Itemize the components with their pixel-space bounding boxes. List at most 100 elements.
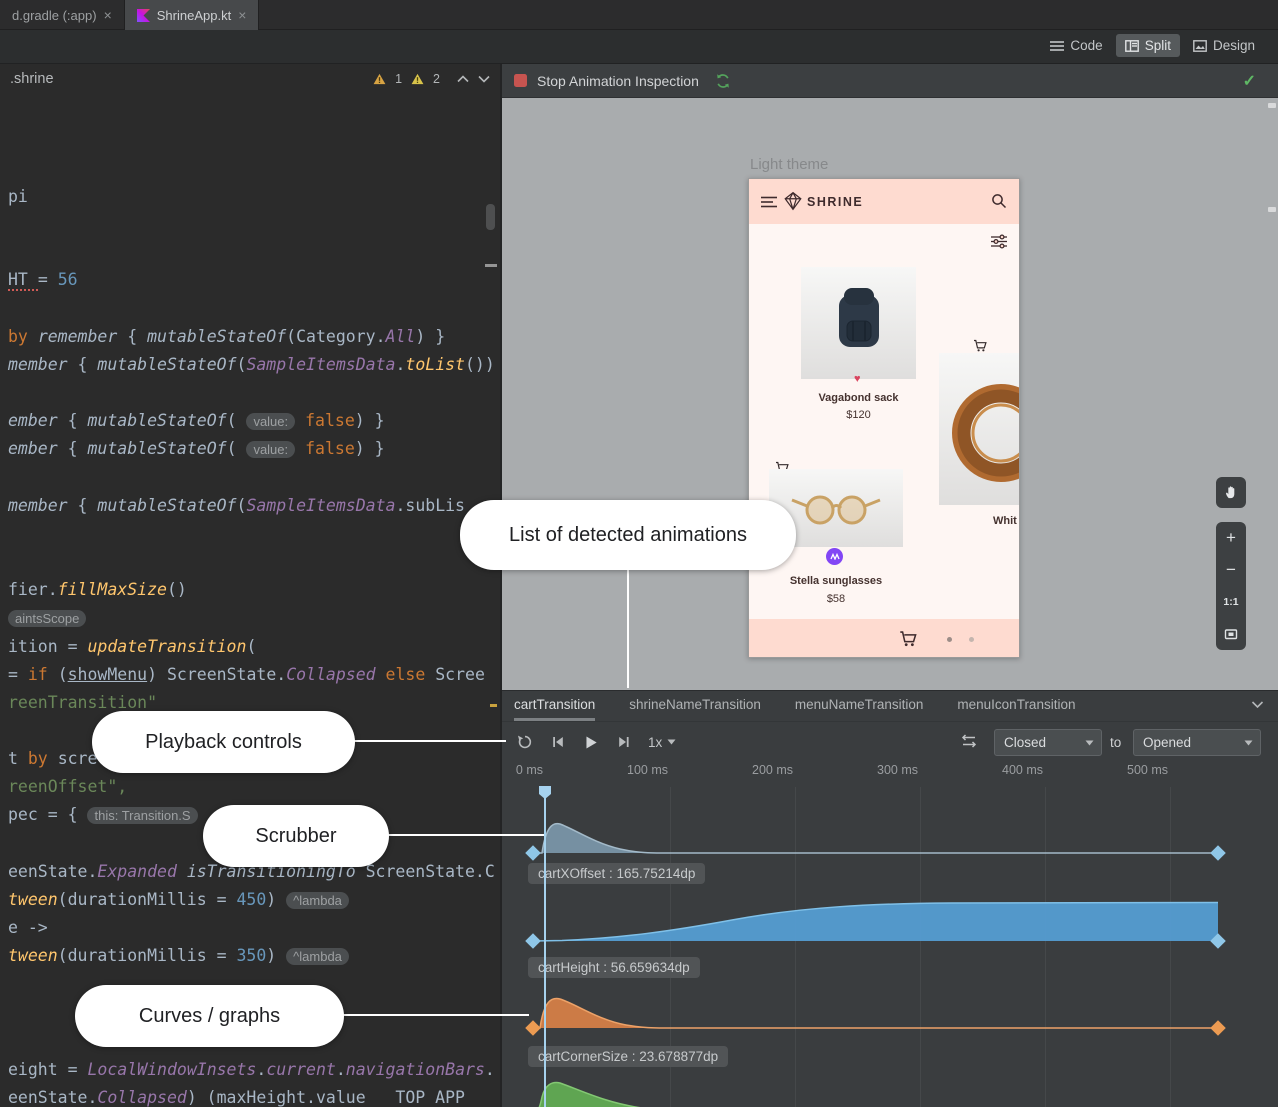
- code-token: member: [8, 496, 78, 515]
- tab-shrine-name-transition[interactable]: shrineNameTransition: [629, 691, 761, 721]
- play-button[interactable]: [582, 734, 599, 751]
- code-token: if: [28, 665, 58, 684]
- code-token: Collapsed: [286, 665, 385, 684]
- curve-value-label: cartHeight : 56.659634dp: [528, 957, 700, 978]
- code-token: (: [227, 439, 247, 458]
- code-token: value:: [246, 413, 295, 430]
- close-icon[interactable]: ×: [104, 8, 112, 22]
- from-state-dropdown[interactable]: Closed: [994, 729, 1102, 756]
- scrubber-handle[interactable]: [539, 786, 551, 799]
- add-to-cart-icon: [973, 339, 987, 352]
- callout-scrubber: Scrubber: [203, 805, 389, 867]
- shrine-cart-bar: [749, 619, 1019, 658]
- view-code-label: Code: [1070, 38, 1102, 53]
- code-token: by: [28, 749, 58, 768]
- tab-build-gradle[interactable]: d.gradle (:app) ×: [0, 0, 125, 30]
- sunglasses-illustration: [778, 482, 894, 534]
- tab-menu-icon-transition[interactable]: menuIconTransition: [957, 691, 1075, 721]
- view-split-button[interactable]: Split: [1116, 34, 1180, 57]
- view-design-button[interactable]: Design: [1184, 34, 1264, 57]
- code-token: ember: [8, 411, 68, 430]
- warning-count: 1: [395, 72, 402, 86]
- chevron-down-icon[interactable]: [478, 75, 490, 83]
- code-token: .subLis: [395, 496, 465, 515]
- zoom-out-button[interactable]: −: [1216, 555, 1246, 585]
- curve-cart-corner-size: [502, 996, 1278, 1046]
- code-token: ): [266, 890, 286, 909]
- replay-button[interactable]: [516, 734, 533, 751]
- zoom-in-button[interactable]: +: [1216, 523, 1246, 553]
- refresh-icon[interactable]: [715, 73, 731, 89]
- code-token: {: [78, 355, 98, 374]
- design-view-icon: [1193, 40, 1207, 52]
- code-token: tween: [8, 890, 58, 909]
- weak-warning-icon[interactable]: [411, 73, 424, 85]
- view-mode-row: Code Split Design: [0, 30, 1278, 64]
- zoom-100-button[interactable]: 1:1: [1216, 587, 1246, 617]
- timeline-scrubber[interactable]: [544, 787, 546, 1107]
- skip-previous-icon: [550, 734, 566, 750]
- code-token: pec = {: [8, 805, 87, 824]
- callout-detected-animations: List of detected animations: [460, 500, 796, 570]
- code-token: {: [68, 411, 88, 430]
- scrollbar-mark: [1268, 207, 1276, 212]
- code-token: ^lambda: [286, 948, 349, 965]
- curve-value-label: cartXOffset : 165.75214dp: [528, 863, 705, 884]
- editor-scrollbar[interactable]: [486, 204, 495, 230]
- code-token: by: [8, 327, 38, 346]
- code-token: {: [127, 327, 147, 346]
- code-token: Collapsed: [97, 1088, 186, 1107]
- skip-to-end-button[interactable]: [615, 734, 632, 751]
- product-image-backpack: [801, 267, 916, 379]
- code-token: [295, 411, 305, 430]
- callout-connector: [354, 740, 506, 742]
- code-token: t: [8, 749, 28, 768]
- skip-to-start-button[interactable]: [549, 734, 566, 751]
- chevron-up-icon[interactable]: [457, 75, 469, 83]
- cart-icon: [899, 630, 917, 647]
- code-token: aintsScope: [8, 610, 86, 627]
- tab-menu-name-transition[interactable]: menuNameTransition: [795, 691, 924, 721]
- code-line: ember { mutableStateOf( value: false) }: [8, 438, 385, 461]
- playback-speed-selector[interactable]: 1x: [648, 735, 676, 750]
- breadcrumb: .shrine 1 2: [0, 64, 500, 94]
- shrine-logo-icon: [783, 190, 803, 212]
- code-line: member { mutableStateOf(SampleItemsData.…: [8, 354, 495, 376]
- inspection-widget: 1 2: [373, 64, 490, 94]
- tab-shrineapp-kt[interactable]: ShrineApp.kt ×: [125, 0, 260, 30]
- code-token: 350: [236, 946, 266, 965]
- close-icon[interactable]: ×: [238, 8, 246, 22]
- code-token: tween: [8, 946, 58, 965]
- product-price: $58: [769, 593, 903, 605]
- code-token: Expanded: [97, 862, 186, 881]
- tab-cart-transition[interactable]: cartTransition: [514, 691, 595, 721]
- chevron-down-icon[interactable]: [1251, 700, 1264, 709]
- zoom-fit-icon: [1223, 626, 1239, 642]
- code-token: false: [305, 439, 355, 458]
- success-check-icon: ✓: [1243, 71, 1256, 91]
- breadcrumb-package[interactable]: .shrine: [10, 71, 54, 87]
- code-token: LocalWindowInsets: [87, 1060, 256, 1079]
- code-line: ition = updateTransition(: [8, 636, 256, 658]
- code-token: reenOffset",: [8, 777, 127, 796]
- stop-animation-inspection-label[interactable]: Stop Animation Inspection: [537, 73, 699, 89]
- view-code-button[interactable]: Code: [1041, 34, 1111, 57]
- code-token: ition =: [8, 637, 87, 656]
- to-state-dropdown[interactable]: Opened: [1133, 729, 1261, 756]
- callout-connector: [388, 834, 544, 836]
- code-token: ^lambda: [286, 892, 349, 909]
- swap-arrows-icon: [960, 733, 978, 749]
- pan-hand-button[interactable]: [1216, 477, 1246, 508]
- warning-icon[interactable]: [373, 73, 386, 85]
- time-tick-label: 0 ms: [516, 763, 545, 777]
- stop-icon[interactable]: [514, 74, 527, 87]
- code-token: false: [305, 411, 355, 430]
- caret-down-icon: [1244, 740, 1253, 746]
- code-token: reenTransition": [8, 693, 157, 712]
- shrine-brand-label: SHRINE: [807, 195, 863, 209]
- zoom-fit-button[interactable]: [1216, 619, 1246, 649]
- to-label: to: [1110, 735, 1121, 750]
- swap-states-button[interactable]: [960, 733, 978, 750]
- product-name: Vagabond sack: [801, 392, 916, 404]
- warning-stripe-mark: [490, 704, 497, 707]
